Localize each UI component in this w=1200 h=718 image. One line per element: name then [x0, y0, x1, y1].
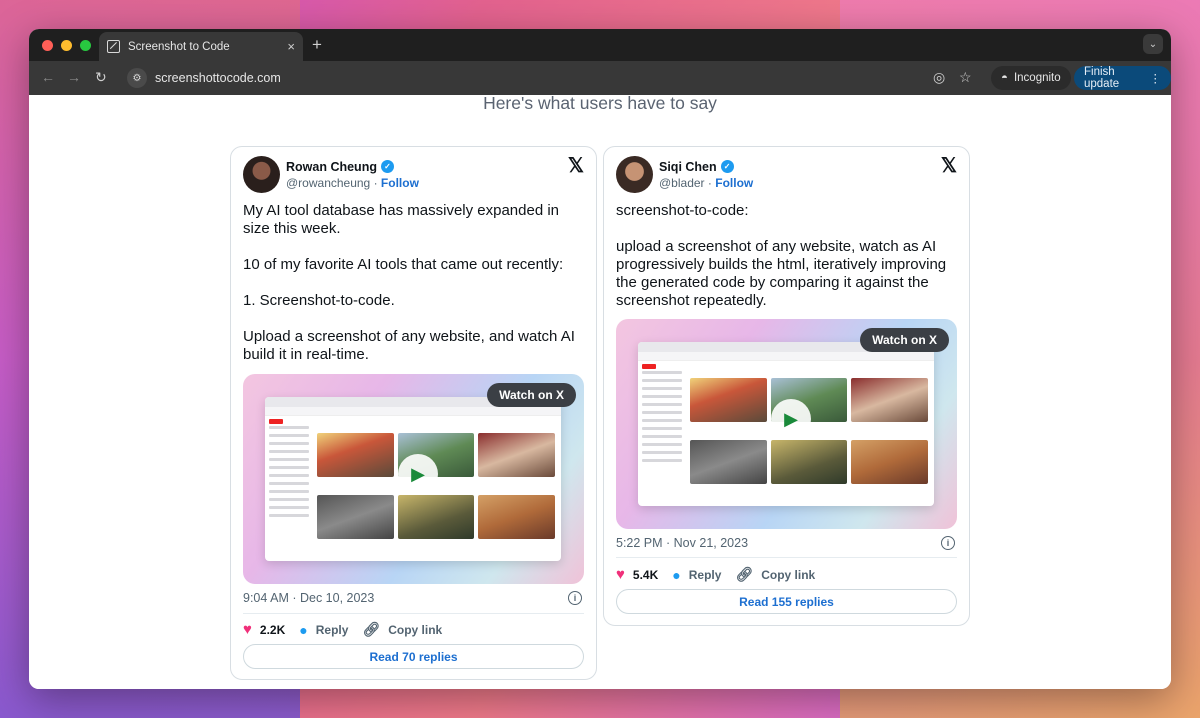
- reply-button[interactable]: ● Reply: [672, 567, 721, 583]
- tweet-text: My AI tool database has massively expand…: [243, 202, 575, 363]
- reply-label: Reply: [688, 567, 722, 582]
- bookmark-star-icon[interactable]: ☆: [959, 69, 972, 86]
- minimize-window-button[interactable]: [61, 40, 72, 51]
- play-icon[interactable]: ▶: [771, 399, 811, 439]
- tab-strip: Screenshot to Code × + ⌄: [29, 29, 1171, 61]
- info-icon[interactable]: i: [568, 591, 582, 605]
- forward-arrow-icon[interactable]: →: [67, 69, 81, 85]
- tweet-card-rowan[interactable]: Rowan Cheung ✓ @rowancheung · Follow 𝕏 M…: [230, 146, 597, 680]
- tweet-header: Rowan Cheung ✓ @rowancheung · Follow: [243, 156, 419, 193]
- divider: [616, 557, 957, 558]
- watch-on-x-button[interactable]: Watch on X: [487, 383, 576, 407]
- reply-button[interactable]: ● Reply: [299, 622, 348, 638]
- copy-link-button[interactable]: 🔗︎ Copy link: [362, 621, 442, 638]
- finish-update-button[interactable]: Finish update ⋮: [1074, 66, 1171, 90]
- finish-update-label: Finish update: [1084, 66, 1120, 90]
- tweet-actions: ♥ 2.2K ● Reply 🔗︎ Copy link: [243, 621, 442, 638]
- address-bar[interactable]: ⚙ screenshottocode.com: [119, 64, 989, 92]
- incognito-label: Incognito: [1013, 72, 1061, 84]
- back-arrow-icon[interactable]: ←: [41, 69, 55, 85]
- url-text: screenshottocode.com: [155, 71, 281, 85]
- like-count: 2.2K: [259, 622, 286, 637]
- eye-off-icon[interactable]: ◎: [933, 69, 945, 86]
- avatar[interactable]: [616, 156, 653, 193]
- tweet-card-siqi[interactable]: Siqi Chen ✓ @blader · Follow 𝕏 screensho…: [603, 146, 970, 626]
- incognito-icon: ◓: [1001, 72, 1008, 84]
- close-window-button[interactable]: [42, 40, 53, 51]
- like-button[interactable]: ♥ 5.4K: [616, 566, 658, 583]
- play-icon[interactable]: ▶: [398, 454, 438, 494]
- avatar[interactable]: [243, 156, 280, 193]
- tweet-text: screenshot-to-code: upload a screenshot …: [616, 202, 947, 309]
- read-replies-button[interactable]: Read 70 replies: [243, 644, 584, 669]
- tab-title: Screenshot to Code: [128, 40, 230, 53]
- heart-icon: ♥: [243, 621, 252, 638]
- watch-on-x-button[interactable]: Watch on X: [860, 328, 949, 352]
- copy-link-label: Copy link: [761, 567, 816, 582]
- incognito-badge[interactable]: ◓ Incognito: [991, 66, 1071, 90]
- link-icon: 🔗︎: [735, 566, 754, 582]
- site-info-icon[interactable]: ⚙: [127, 68, 147, 88]
- tab-search-chevron-icon[interactable]: ⌄: [1143, 34, 1163, 54]
- page-content: Here's what users have to say Rowan Cheu…: [29, 93, 1171, 689]
- divider: [243, 613, 584, 614]
- reload-icon[interactable]: ↻: [95, 69, 107, 86]
- tweet-video[interactable]: ▶ Watch on X: [616, 319, 957, 529]
- window-controls: [42, 40, 91, 51]
- browser-toolbar: ← → ↻ ⚙ screenshottocode.com ◎ ☆ ◓ Incog…: [29, 61, 1171, 95]
- author-handle[interactable]: @rowancheung: [286, 176, 370, 190]
- info-icon[interactable]: i: [941, 536, 955, 550]
- author-handle[interactable]: @blader: [659, 176, 705, 190]
- like-count: 5.4K: [632, 567, 659, 582]
- tweet-timestamp[interactable]: 5:22 PM · Nov 21, 2023: [616, 536, 748, 550]
- site-favicon-icon: [107, 40, 120, 53]
- follow-link[interactable]: Follow: [715, 176, 753, 190]
- tab-close-icon[interactable]: ×: [287, 40, 295, 53]
- link-icon: 🔗︎: [362, 621, 381, 637]
- reply-bubble-icon: ●: [299, 621, 308, 638]
- page-title: Here's what users have to say: [483, 93, 717, 113]
- copy-link-button[interactable]: 🔗︎ Copy link: [735, 566, 815, 583]
- reply-label: Reply: [315, 622, 349, 637]
- heart-icon: ♥: [616, 566, 625, 583]
- copy-link-label: Copy link: [388, 622, 443, 637]
- tweet-actions: ♥ 5.4K ● Reply 🔗︎ Copy link: [616, 566, 815, 583]
- reply-bubble-icon: ●: [672, 566, 681, 583]
- browser-window: Screenshot to Code × + ⌄ ← → ↻ ⚙ screens…: [29, 29, 1171, 689]
- verified-badge-icon: ✓: [380, 160, 394, 173]
- like-button[interactable]: ♥ 2.2K: [243, 621, 285, 638]
- verified-badge-icon: ✓: [720, 160, 734, 173]
- follow-link[interactable]: Follow: [381, 176, 419, 190]
- x-logo-icon[interactable]: 𝕏: [568, 153, 584, 178]
- author-name[interactable]: Siqi Chen: [659, 160, 717, 174]
- x-logo-icon[interactable]: 𝕏: [941, 153, 957, 178]
- tweet-header: Siqi Chen ✓ @blader · Follow: [616, 156, 753, 193]
- read-replies-button[interactable]: Read 155 replies: [616, 589, 957, 614]
- author-name[interactable]: Rowan Cheung: [286, 160, 377, 174]
- more-options-icon[interactable]: ⋮: [1150, 71, 1162, 85]
- tweet-timestamp[interactable]: 9:04 AM · Dec 10, 2023: [243, 591, 374, 605]
- tweet-video[interactable]: ▶ Watch on X: [243, 374, 584, 584]
- new-tab-icon[interactable]: +: [312, 35, 322, 55]
- tab-screenshot-to-code[interactable]: Screenshot to Code ×: [99, 32, 303, 61]
- maximize-window-button[interactable]: [80, 40, 91, 51]
